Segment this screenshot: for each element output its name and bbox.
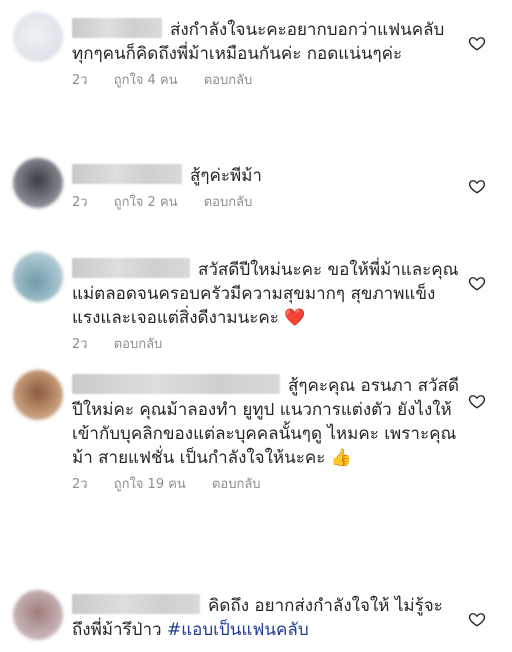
avatar[interactable] (13, 370, 63, 420)
likes-count[interactable]: ถูกใจ 2 คน (114, 195, 178, 210)
comment-meta: 2ว ตอบกลับ (72, 336, 460, 354)
comment-meta: 2ว ถูกใจ 19 คน ตอบกลับ (72, 476, 460, 494)
heart-outline-icon[interactable] (468, 274, 486, 292)
likes-count[interactable]: ถูกใจ 19 คน (114, 477, 186, 492)
avatar[interactable] (13, 12, 63, 62)
comment-time: 2ว (72, 73, 88, 88)
comment-text: สวัสดีปีใหม่นะคะ ขอให้พี่ม้าและคุณแม่ตลอ… (72, 258, 460, 330)
reply-button[interactable]: ตอบกลับ (114, 337, 163, 352)
comment-text: ส่งกำลังใจนะคะอยากบอกว่าแฟนคลับทุกๆคนก็ค… (72, 18, 460, 66)
comment-time: 2ว (72, 195, 88, 210)
avatar[interactable] (13, 252, 63, 302)
heart-outline-icon[interactable] (468, 177, 486, 195)
heart-outline-icon[interactable] (468, 610, 486, 628)
comment-time: 2ว (72, 337, 88, 352)
comment-meta: 2ว ถูกใจ 2 คน ตอบกลับ (72, 194, 460, 212)
comment-time: 2ว (72, 477, 88, 492)
comment-message: สู้ๆค่ะพีม้า (190, 166, 262, 186)
heart-outline-icon[interactable] (468, 34, 486, 52)
avatar[interactable] (13, 158, 63, 208)
thumbs-up-emoji: 👍 (330, 448, 352, 468)
red-heart-emoji: ❤️ (284, 308, 306, 328)
username-blurred[interactable] (72, 374, 280, 394)
reply-button[interactable]: ตอบกลับ (212, 477, 261, 492)
reply-button[interactable]: ตอบกลับ (204, 73, 253, 88)
comment-meta: 2ว ถูกใจ 4 คน ตอบกลับ (72, 72, 460, 90)
heart-outline-icon[interactable] (468, 392, 486, 410)
hashtag-link[interactable]: #แอบเป็นแฟนคลับ (167, 620, 309, 640)
username-blurred[interactable] (72, 258, 190, 278)
username-blurred[interactable] (72, 594, 200, 614)
likes-count[interactable]: ถูกใจ 4 คน (114, 73, 178, 88)
avatar[interactable] (13, 590, 63, 640)
comment-text: คิดถึง อยากส่งกำลังใจให้ ไม่รู้จะถึงพี่ม… (72, 594, 460, 642)
comment-text: สู้ๆค่ะพีม้า (72, 164, 460, 188)
comment-text: สู้ๆคะคุณ อรนภา สวัสดีปีใหม่คะ คุณม้าลอง… (72, 374, 460, 470)
reply-button[interactable]: ตอบกลับ (204, 195, 253, 210)
username-blurred[interactable] (72, 164, 182, 184)
username-blurred[interactable] (72, 18, 162, 38)
